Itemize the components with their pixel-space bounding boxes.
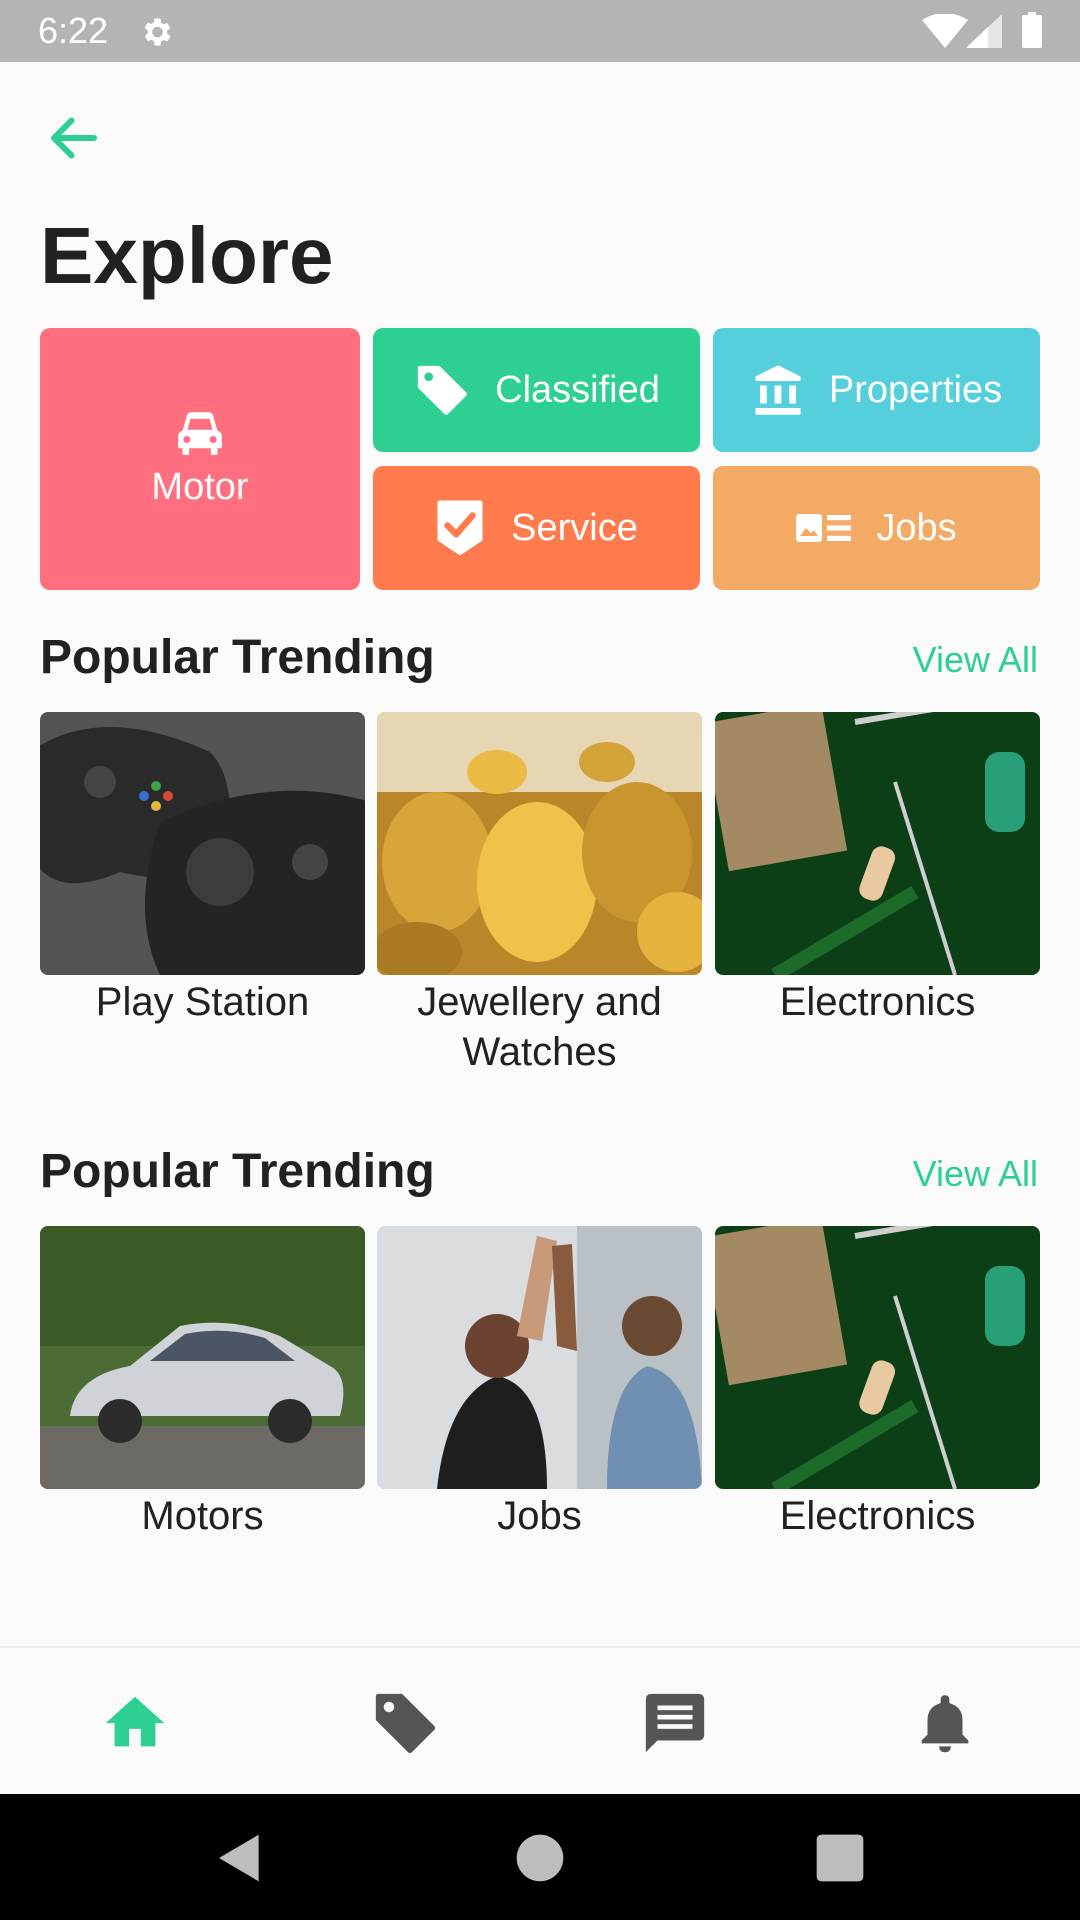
- trending-card-jewellery[interactable]: Jewellery and Watches: [377, 712, 702, 1077]
- view-all-link[interactable]: View All: [913, 638, 1038, 682]
- game-controllers-image: [40, 712, 365, 975]
- trending-item-label: Jewellery and Watches: [417, 980, 662, 1074]
- wifi-icon: [922, 14, 968, 48]
- trending-card-electronics[interactable]: Electronics: [715, 1226, 1040, 1541]
- section-title: Popular Trending: [40, 631, 435, 684]
- settings-gear-icon: [144, 18, 171, 46]
- category-service-label: Service: [511, 507, 638, 549]
- back-arrow-button[interactable]: [44, 108, 104, 168]
- category-classified-label: Classified: [495, 369, 660, 411]
- gold-jewellery-image: [377, 712, 702, 975]
- circuit-board-image: [715, 712, 1040, 975]
- category-properties-label: Properties: [828, 369, 1003, 411]
- section-title: Popular Trending: [40, 1145, 435, 1198]
- battery-icon: [1022, 12, 1042, 48]
- home-icon[interactable]: [100, 1688, 170, 1758]
- chat-icon[interactable]: [640, 1688, 710, 1758]
- trending-item-label: Motors: [141, 1494, 264, 1538]
- category-motor-tile[interactable]: Motor: [40, 328, 360, 590]
- id-card-icon: [796, 514, 852, 542]
- bell-icon[interactable]: [910, 1688, 980, 1758]
- status-bar: 6:22: [0, 0, 1080, 62]
- car-icon: [178, 412, 222, 455]
- bottom-navigation: [0, 1646, 1080, 1794]
- page-title: Explore: [40, 211, 334, 300]
- back-triangle-icon[interactable]: [212, 1830, 268, 1886]
- trending-item-label: Electronics: [779, 980, 976, 1024]
- bank-building-icon: [755, 365, 801, 415]
- status-time: 6:22: [38, 10, 109, 51]
- trending-card-play-station[interactable]: Play Station: [40, 712, 365, 1027]
- category-classified-tile[interactable]: Classified: [373, 328, 700, 452]
- team-high-five-image: [377, 1226, 702, 1489]
- home-circle-icon[interactable]: [512, 1830, 568, 1886]
- cell-signal-icon: [966, 14, 1002, 48]
- tag-icon: [417, 365, 468, 415]
- trending-item-label: Jobs: [497, 1494, 582, 1538]
- trending-card-jobs[interactable]: Jobs: [377, 1226, 702, 1541]
- category-jobs-tile[interactable]: Jobs: [713, 466, 1040, 590]
- trending-card-motors[interactable]: Motors: [40, 1226, 365, 1541]
- trending-card-electronics[interactable]: Electronics: [715, 712, 1040, 1027]
- verified-badge-icon: [437, 500, 483, 556]
- tag-icon[interactable]: [370, 1688, 440, 1758]
- category-jobs-label: Jobs: [876, 507, 957, 549]
- recents-square-icon[interactable]: [812, 1830, 868, 1886]
- system-navigation-bar: [0, 1794, 1080, 1920]
- trending-item-label: Play Station: [95, 980, 310, 1024]
- category-properties-tile[interactable]: Properties: [713, 328, 1040, 452]
- silver-car-image: [40, 1226, 365, 1489]
- trending-item-label: Electronics: [779, 1494, 976, 1538]
- category-motor-label: Motor: [151, 466, 249, 508]
- view-all-link[interactable]: View All: [913, 1152, 1038, 1196]
- category-service-tile[interactable]: Service: [373, 466, 700, 590]
- circuit-board-image: [715, 1226, 1040, 1489]
